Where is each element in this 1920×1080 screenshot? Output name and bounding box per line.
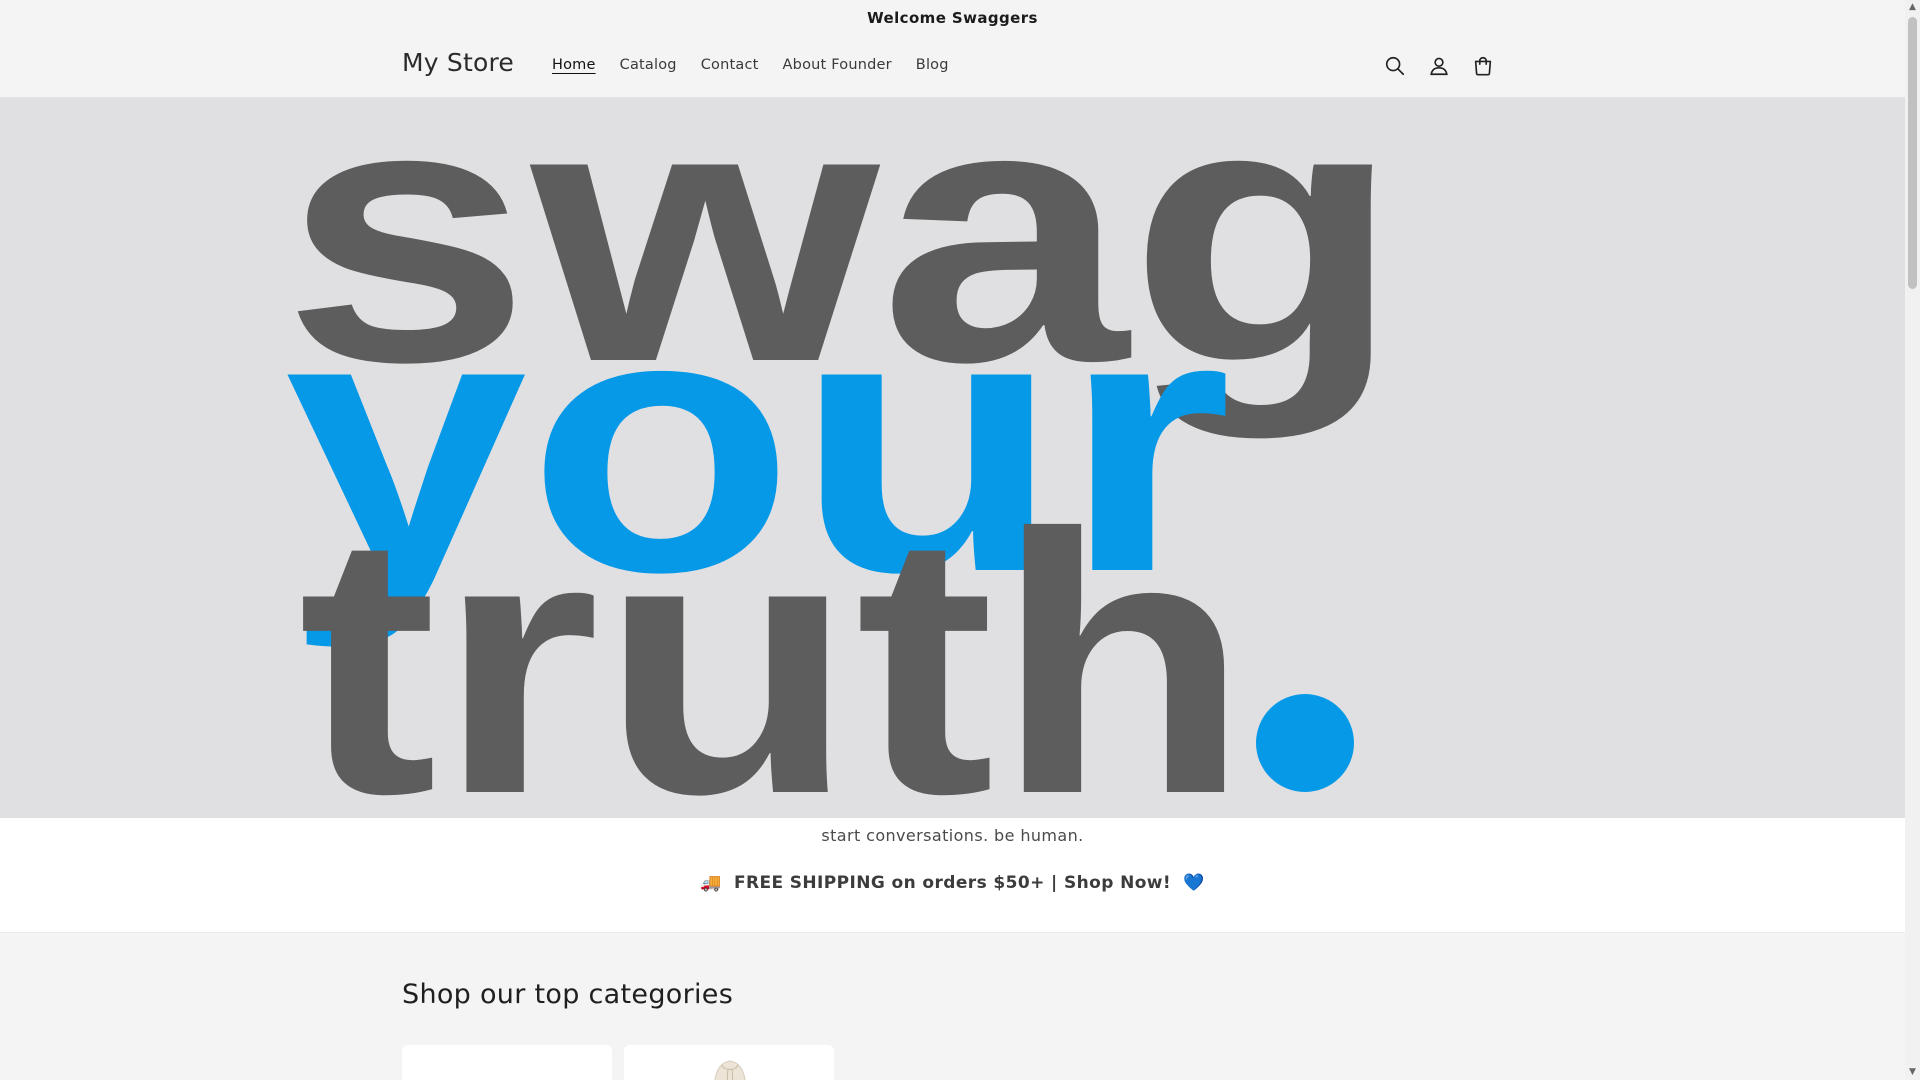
hero-tagline: start conversations. be human.	[821, 826, 1084, 845]
header-icons	[1382, 53, 1514, 79]
scrollbar-thumb[interactable]	[1908, 17, 1917, 289]
category-card[interactable]	[402, 1045, 612, 1080]
page: Welcome Swaggers My Store Home Catalog C…	[0, 0, 1905, 1080]
nav-item-blog[interactable]: Blog	[916, 57, 949, 73]
announcement-bar: Welcome Swaggers	[0, 0, 1905, 36]
nav-item-home[interactable]: Home	[552, 57, 596, 73]
search-icon[interactable]	[1382, 53, 1408, 79]
announcement-text: Welcome Swaggers	[867, 9, 1038, 27]
shipping-banner[interactable]: 🚚 FREE SHIPPING on orders $50+ | Shop Now…	[0, 873, 1905, 893]
hero-artwork: swag your truth	[282, 98, 1402, 818]
hero-banner[interactable]: swag your truth	[0, 98, 1905, 818]
truck-icon: 🚚	[700, 873, 722, 893]
site-header: My Store Home Catalog Contact About Foun…	[0, 36, 1905, 98]
categories-title: Shop our top categories	[402, 979, 734, 1010]
nav-item-catalog[interactable]: Catalog	[620, 57, 677, 73]
shipping-text: FREE SHIPPING on orders $50+ | Shop Now!	[733, 873, 1172, 893]
nav-item-about-founder[interactable]: About Founder	[783, 57, 892, 73]
store-logo[interactable]: My Store	[402, 48, 514, 77]
cart-icon[interactable]	[1470, 53, 1496, 79]
blue-heart-icon: 💙	[1183, 873, 1205, 893]
account-icon[interactable]	[1426, 53, 1452, 79]
page-scrollbar[interactable]: ▲ ▼	[1905, 0, 1920, 1080]
hero-period-dot	[1256, 694, 1354, 792]
scroll-up-arrow-icon[interactable]: ▲	[1905, 0, 1920, 15]
main-nav: Home Catalog Contact About Founder Blog	[552, 57, 973, 73]
hero-word-truth: truth	[298, 458, 1250, 818]
top-categories-section: Shop our top categories	[0, 932, 1905, 1080]
hoodie-image	[714, 1060, 746, 1080]
scroll-down-arrow-icon[interactable]: ▼	[1905, 1065, 1920, 1080]
nav-item-contact[interactable]: Contact	[701, 57, 759, 73]
category-card[interactable]	[624, 1045, 834, 1080]
